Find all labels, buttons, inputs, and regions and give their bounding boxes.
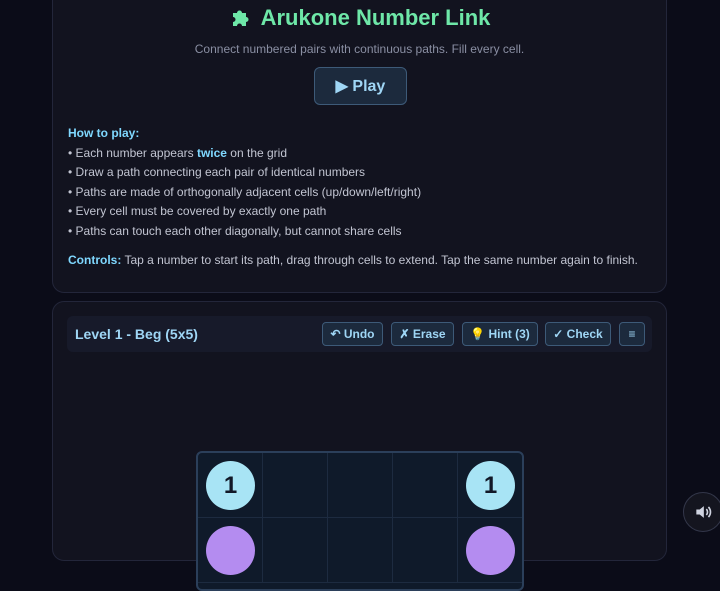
number-endpoint[interactable] [206,526,255,575]
number-endpoint[interactable]: 1 [206,461,255,510]
level-label: Level 1 - Beg (5x5) [75,326,198,342]
rule-text: • Each number appears [68,145,197,160]
game-panel: Level 1 - Beg (5x5) ↶ Undo ✗ Erase 💡 Hin… [52,301,667,591]
subtitle: Connect numbered pairs with continuous p… [194,42,525,56]
play-button[interactable]: ▶ Play [314,67,407,105]
controls-description: Tap a number to start its path, drag thr… [121,253,638,267]
rule-text: on the grid [226,145,288,160]
grid-cell[interactable] [328,518,393,583]
how-to-play: How to play: • Each number appears twice… [68,124,651,271]
menu-button[interactable]: ≡ [619,322,645,346]
rule-item: • Draw a path connecting each pair of id… [68,165,366,179]
puzzle-board[interactable]: 1 1 [196,451,524,591]
check-button[interactable]: ✓ Check [545,322,611,346]
rule-item: • Paths can touch each other diagonally,… [68,223,402,238]
grid-cell[interactable] [263,453,328,518]
controls-text: Controls: Tap a number to start its path… [68,251,651,271]
intro-panel: Arukone Number Link Connect numbered pai… [52,0,667,293]
page-title: Arukone Number Link [53,5,666,31]
grid-cell[interactable] [393,453,458,518]
speaker-icon [696,506,712,518]
controls-label: Controls: [68,253,122,267]
grid-cell[interactable] [393,518,458,583]
rule-item: • Paths are made of orthogonally adjacen… [68,184,422,199]
grid-cell[interactable] [263,518,328,583]
rule-item: • Every cell must be covered by exactly … [68,204,327,218]
rule-item: • Each number appears twice on the grid [68,144,651,164]
sound-toggle-button[interactable] [683,492,720,532]
toolbar: Level 1 - Beg (5x5) ↶ Undo ✗ Erase 💡 Hin… [67,316,652,352]
number-endpoint[interactable]: 1 [466,461,515,510]
title-text: Arukone Number Link [260,5,491,30]
undo-button[interactable]: ↶ Undo [322,322,383,346]
hint-button[interactable]: 💡 Hint (3) [462,322,538,346]
erase-button[interactable]: ✗ Erase [391,322,454,346]
rule-emphasis: twice [196,145,227,160]
number-endpoint[interactable] [466,526,515,575]
grid-cell[interactable] [328,453,393,518]
how-to-heading: How to play: [68,126,140,140]
puzzle-icon [232,10,249,26]
